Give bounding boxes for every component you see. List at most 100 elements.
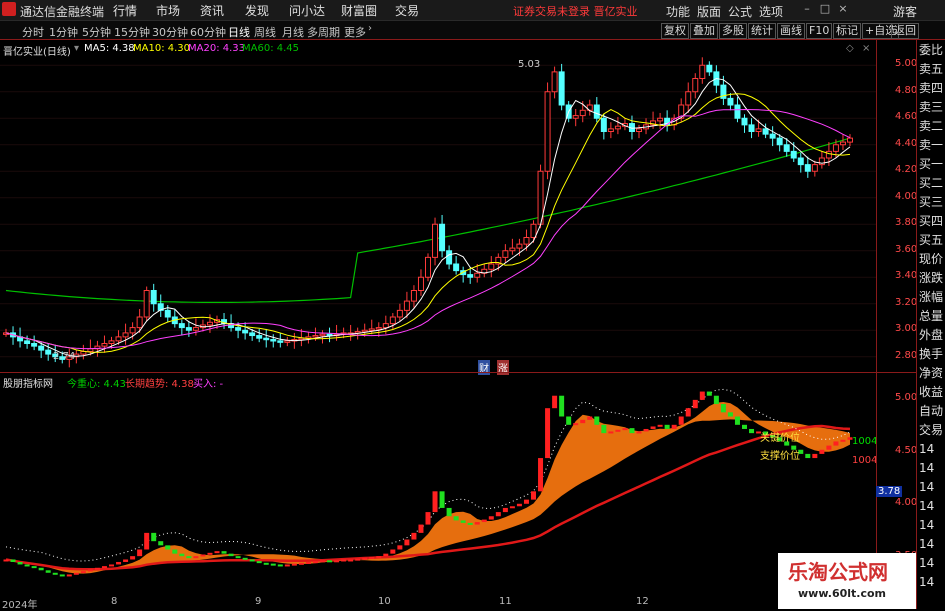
period-5min[interactable]: 5分钟 bbox=[82, 24, 111, 40]
y-tick: 4.00 bbox=[895, 190, 918, 202]
candle-body bbox=[256, 335, 263, 339]
overlay-button[interactable]: 叠加 bbox=[690, 23, 718, 39]
indicator-name[interactable]: 股朋指标网 bbox=[3, 375, 53, 390]
indicator-bar bbox=[481, 519, 487, 523]
candle-body bbox=[277, 340, 284, 343]
menu-market-list[interactable]: 市场 bbox=[156, 2, 180, 19]
candle-body bbox=[284, 340, 291, 343]
candle-body bbox=[579, 109, 586, 117]
indicator-bar bbox=[376, 556, 382, 559]
minimize-icon[interactable]: – bbox=[800, 2, 814, 16]
chevron-down-icon[interactable]: › bbox=[368, 23, 372, 34]
period-60min[interactable]: 60分钟 bbox=[190, 24, 226, 40]
candle-body bbox=[446, 250, 453, 265]
indicator-bar bbox=[284, 564, 290, 567]
quote-label: 委比 bbox=[919, 43, 944, 57]
y-tick: 3.80 bbox=[895, 217, 918, 229]
candle-body bbox=[811, 164, 818, 172]
candle-body bbox=[762, 128, 769, 135]
indicator-bar bbox=[545, 408, 551, 459]
adjust-button[interactable]: 复权 bbox=[661, 23, 689, 39]
candle-body bbox=[38, 345, 45, 351]
indicator-bar bbox=[749, 428, 755, 434]
close-icon[interactable]: × bbox=[862, 43, 870, 54]
candle-body bbox=[249, 332, 256, 337]
indicator-bar bbox=[320, 560, 325, 563]
indicator-bar bbox=[94, 567, 100, 570]
candle-body bbox=[783, 144, 790, 152]
indicator-bar bbox=[467, 522, 473, 525]
x-label: 12 bbox=[636, 596, 649, 607]
stock-title: 晋亿实业(日线) bbox=[3, 47, 71, 58]
candle-body bbox=[263, 337, 270, 341]
indicator-bar bbox=[52, 572, 58, 575]
guest-label[interactable]: 游客 bbox=[893, 3, 917, 20]
indicator-bar bbox=[369, 556, 375, 559]
indicator-bar bbox=[538, 458, 544, 492]
indicator-bar bbox=[193, 556, 199, 559]
quote-label: 涨幅 bbox=[919, 290, 944, 304]
candle-body bbox=[544, 91, 551, 172]
indicator-bar bbox=[692, 399, 698, 409]
menu-formula[interactable]: 公式 bbox=[728, 3, 752, 20]
indicator-bar bbox=[348, 559, 354, 562]
candle-body bbox=[741, 117, 748, 126]
period-15min[interactable]: 15分钟 bbox=[114, 24, 150, 40]
candle-body bbox=[312, 335, 319, 338]
indicator-bar bbox=[580, 419, 586, 424]
settings-icon[interactable]: ◇ bbox=[846, 43, 854, 54]
candle-body bbox=[734, 104, 741, 119]
period-monthly[interactable]: 月线 bbox=[282, 24, 304, 40]
period-30min[interactable]: 30分钟 bbox=[152, 24, 188, 40]
candle-body bbox=[235, 327, 242, 331]
candle-body bbox=[185, 327, 192, 331]
stats-button[interactable]: 统计 bbox=[748, 23, 776, 39]
indicator-bar bbox=[453, 516, 459, 521]
back-button[interactable]: 返回 bbox=[891, 23, 919, 39]
indicator-bar bbox=[291, 563, 297, 566]
high-price-label: 5.03 bbox=[518, 59, 541, 70]
menu-options[interactable]: 选项 bbox=[759, 3, 783, 20]
period-tick[interactable]: 分时 bbox=[22, 24, 44, 40]
quote-label: 交易 bbox=[919, 423, 944, 437]
period-multi[interactable]: 多周期 bbox=[307, 24, 340, 40]
mark-button[interactable]: 标记 bbox=[833, 23, 861, 39]
indicator-chart[interactable] bbox=[0, 373, 876, 595]
candle-body bbox=[516, 243, 523, 249]
indicator-bar bbox=[706, 391, 712, 396]
maximize-icon[interactable]: □ bbox=[818, 2, 832, 16]
indicator-bar bbox=[24, 564, 30, 567]
quote-label: 卖五 bbox=[919, 62, 944, 76]
indicator-bar bbox=[805, 453, 811, 459]
candlestick-chart[interactable] bbox=[0, 40, 876, 372]
quote-label: 涨跌 bbox=[919, 271, 944, 285]
menu-function[interactable]: 功能 bbox=[666, 3, 690, 20]
indicator-bar bbox=[277, 564, 283, 567]
quote-label: 外盘 bbox=[919, 328, 944, 342]
menu-ask[interactable]: 问小达 bbox=[289, 2, 325, 19]
close-icon[interactable]: × bbox=[836, 2, 850, 16]
chevron-down-icon[interactable]: ▾ bbox=[74, 43, 79, 54]
candle-body bbox=[122, 332, 129, 338]
menu-market[interactable]: 行情 bbox=[113, 2, 137, 19]
value-top: 1004 bbox=[852, 436, 878, 447]
period-weekly[interactable]: 周线 bbox=[254, 24, 276, 40]
f10-button[interactable]: F10 bbox=[806, 23, 833, 39]
candle-body bbox=[150, 290, 157, 305]
menu-layout[interactable]: 版面 bbox=[697, 3, 721, 20]
menu-wealth[interactable]: 财富圈 bbox=[341, 2, 377, 19]
candle-body bbox=[368, 328, 375, 331]
period-daily[interactable]: 日线 bbox=[228, 24, 250, 40]
menu-discover[interactable]: 发现 bbox=[245, 2, 269, 19]
candle-body bbox=[748, 124, 755, 132]
period-more[interactable]: 更多 bbox=[344, 24, 366, 40]
period-1min[interactable]: 1分钟 bbox=[49, 24, 78, 40]
app-name: 通达信金融终端 bbox=[20, 5, 105, 19]
login-notice[interactable]: 证券交易未登录 晋亿实业 bbox=[513, 3, 638, 19]
indicator-bar bbox=[242, 557, 248, 560]
candle-body bbox=[558, 71, 565, 106]
menu-trade[interactable]: 交易 bbox=[395, 2, 419, 19]
draw-button[interactable]: 画线 bbox=[777, 23, 805, 39]
multi-stock-button[interactable]: 多股 bbox=[719, 23, 747, 39]
menu-news[interactable]: 资讯 bbox=[200, 2, 224, 19]
